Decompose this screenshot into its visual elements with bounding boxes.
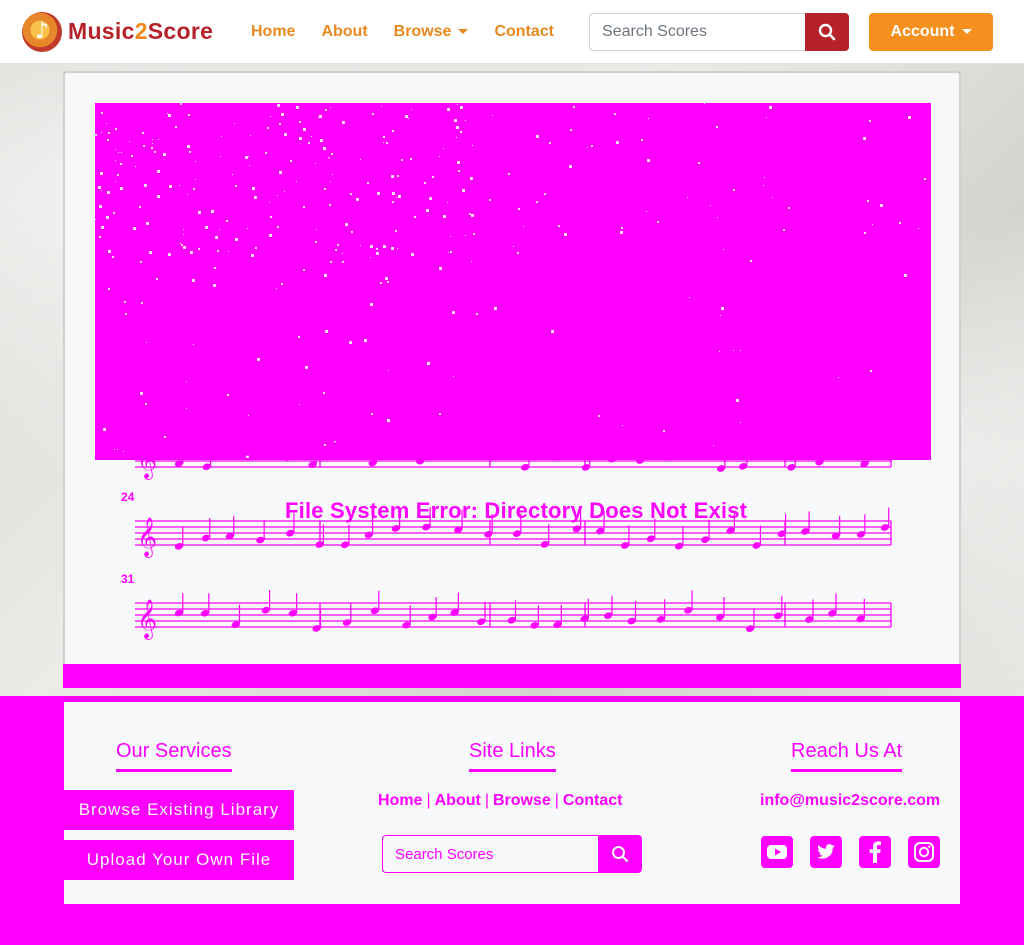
error-message: File System Error: Directory Does Not Ex… — [285, 498, 748, 523]
nav-browse-dropdown[interactable]: Browse — [381, 15, 482, 49]
footer-heading-services: Our Services — [116, 740, 232, 772]
brand-prefix: Music — [68, 18, 135, 44]
caret-down-icon — [961, 29, 972, 34]
site-footer: Our Services Site Links Reach Us At Brow… — [0, 696, 1024, 945]
footer-link-about[interactable]: About — [435, 792, 481, 810]
measure-number: 24 — [121, 490, 135, 504]
footer-heading-reach: Reach Us At — [791, 740, 903, 772]
score-viewer-card: 𝄞 𝄞 24 𝄞 31 File System Error: Directory Doe… — [63, 71, 961, 671]
contact-email-link[interactable]: info@music2score.com — [760, 792, 940, 810]
footer-heading-links: Site Links — [469, 740, 556, 772]
measure-number: 31 — [121, 572, 135, 586]
music-note-logo-icon: ♪ — [22, 11, 62, 52]
footer-link-browse[interactable]: Browse — [493, 792, 551, 810]
brand-suffix: Score — [147, 18, 214, 44]
search-icon — [612, 846, 628, 862]
brand-logo-link[interactable]: ♪ Music2Score — [22, 11, 222, 52]
treble-clef: 𝄞 — [137, 439, 157, 480]
search-button[interactable] — [805, 12, 850, 51]
footer-link-home[interactable]: Home — [378, 792, 422, 810]
brand-name: Music2Score — [68, 18, 213, 45]
facebook-icon[interactable] — [859, 836, 891, 868]
nav-contact-label: Contact — [494, 22, 555, 40]
twitter-icon[interactable] — [810, 836, 842, 868]
nav-about[interactable]: About — [308, 15, 380, 49]
search-input[interactable] — [589, 12, 806, 51]
nav-home-label: Home — [251, 22, 296, 40]
footer-search — [382, 835, 642, 873]
score-sheet: 𝄞 𝄞 24 𝄞 31 — [95, 103, 931, 653]
link-separator: | — [484, 792, 489, 809]
upload-file-button[interactable]: Upload Your Own File — [64, 840, 294, 880]
footer-panel: Our Services Site Links Reach Us At Brow… — [64, 702, 960, 904]
footer-search-button[interactable] — [598, 835, 642, 873]
music-staves: 𝄞𝄞24𝄞31 — [121, 430, 892, 640]
link-separator: | — [426, 792, 431, 809]
nav-about-label: About — [321, 22, 368, 40]
top-navbar: ♪ Music2Score Home About Browse Contact … — [0, 0, 1024, 64]
treble-clef: 𝄞 — [137, 517, 157, 558]
placeholder-strip — [63, 664, 961, 688]
social-links — [761, 836, 957, 868]
footer-link-contact[interactable]: Contact — [563, 792, 623, 810]
nav-links: Home About Browse Contact — [238, 15, 567, 49]
nav-home[interactable]: Home — [238, 15, 308, 49]
account-label: Account — [890, 22, 955, 40]
treble-clef: 𝄞 — [137, 599, 157, 640]
link-separator: | — [554, 792, 559, 809]
footer-search-input[interactable] — [382, 835, 598, 873]
browse-library-button[interactable]: Browse Existing Library — [64, 790, 294, 830]
brand-number: 2 — [134, 18, 148, 44]
nav-contact[interactable]: Contact — [481, 15, 567, 49]
account-dropdown-button[interactable]: Account — [869, 12, 994, 51]
caret-down-icon — [458, 29, 469, 34]
instagram-icon[interactable] — [908, 836, 940, 868]
nav-browse-label: Browse — [393, 22, 452, 40]
youtube-icon[interactable] — [761, 836, 793, 868]
footer-site-links: Home | About | Browse | Contact — [378, 792, 622, 810]
logo-glyph: ♪ — [34, 19, 50, 44]
navbar-search — [589, 12, 850, 51]
search-icon — [818, 23, 836, 40]
